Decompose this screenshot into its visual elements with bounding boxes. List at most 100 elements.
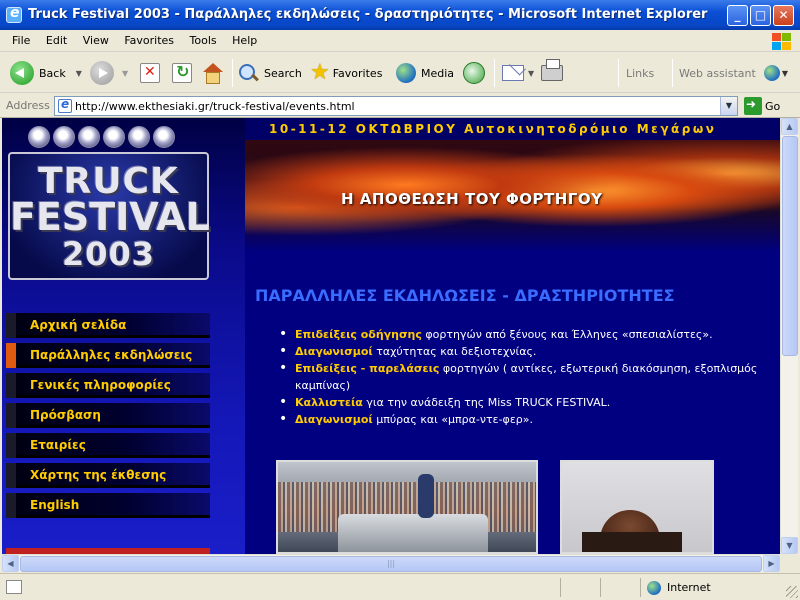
windows-logo-icon — [770, 32, 792, 50]
browser-window: Truck Festival 2003 - Παράλληλες εκδηλώσ… — [0, 0, 800, 600]
search-label: Search — [264, 66, 302, 80]
address-input[interactable] — [75, 99, 715, 113]
maximize-button[interactable]: □ — [750, 5, 771, 26]
scroll-down-icon[interactable]: ▼ — [781, 537, 798, 554]
internet-globe-icon — [647, 580, 661, 595]
media-icon — [396, 63, 416, 83]
nav-marker — [6, 373, 16, 398]
scroll-right-icon[interactable]: ▶ — [763, 555, 780, 572]
refresh-button[interactable] — [172, 59, 192, 87]
nav-marker — [6, 313, 16, 338]
menu-view[interactable]: View — [77, 30, 115, 52]
security-zone[interactable]: Internet — [640, 578, 780, 597]
zone-label: Internet — [667, 581, 711, 594]
back-label: Back — [39, 66, 66, 80]
list-item-bold: Καλλιστεία — [295, 396, 363, 409]
nav-item-label: Χάρτης της έκθεσης — [30, 468, 167, 482]
arm-wrestling-photo — [560, 460, 714, 554]
horizontal-scrollbar[interactable]: ◀ ||| ▶ — [2, 554, 780, 572]
logo-line-year: 2003 — [61, 235, 156, 273]
printer-icon — [541, 59, 563, 81]
nav-item-parallel-events[interactable]: Παράλληλες εκδηλώσεις — [6, 343, 210, 368]
status-divider — [600, 578, 601, 597]
light-bulb-icon — [53, 126, 75, 148]
light-bulb-icon — [103, 126, 125, 148]
web-assistant-button[interactable]: Web assistant ▼ — [679, 59, 788, 87]
nav-item-english[interactable]: English — [6, 493, 210, 518]
menu-tools[interactable]: Tools — [184, 30, 223, 52]
nav-item-companies[interactable]: Εταιρίες — [6, 433, 210, 458]
vertical-scrollbar[interactable]: ▲ ▼ — [780, 118, 798, 554]
close-button[interactable]: ✕ — [773, 5, 794, 26]
favorites-button[interactable]: ★ Favorites — [310, 59, 382, 87]
menu-help[interactable]: Help — [226, 30, 263, 52]
horizontal-scroll-thumb[interactable]: ||| — [20, 556, 762, 572]
address-dropdown-icon[interactable]: ▼ — [720, 97, 737, 115]
light-bulb-icon — [128, 126, 150, 148]
go-arrow-icon — [744, 97, 762, 115]
mail-button[interactable]: ▼ — [502, 59, 534, 87]
favorites-star-icon: ★ — [310, 60, 330, 85]
address-bar: Address ▼ Go — [0, 94, 800, 118]
toolbar-separator — [618, 59, 619, 87]
list-item-text: για την ανάδειξη της Miss TRUCK FESTIVAL… — [362, 396, 611, 409]
menu-edit[interactable]: Edit — [40, 30, 73, 52]
menu-file[interactable]: File — [6, 30, 36, 52]
print-button[interactable] — [541, 59, 563, 87]
toolbar-separator — [672, 59, 673, 87]
main-content: 10-11-12 ΟΚΤΩΒΡΙΟΥ Αυτοκινητοδρόμιο Μεγά… — [245, 118, 780, 554]
nav-item-label: English — [30, 498, 80, 512]
list-item: Καλλιστεία για την ανάδειξη της Miss TRU… — [279, 394, 769, 411]
nav-item-access[interactable]: Πρόσβαση — [6, 403, 210, 428]
menu-favorites[interactable]: Favorites — [118, 30, 180, 52]
home-icon — [202, 63, 223, 84]
nav-item-home[interactable]: Αρχική σελίδα — [6, 313, 210, 338]
home-button[interactable] — [202, 59, 223, 87]
address-field[interactable]: ▼ — [54, 96, 738, 116]
back-dropdown-icon[interactable]: ▼ — [76, 69, 82, 78]
page-icon — [58, 97, 72, 113]
stop-button[interactable] — [140, 59, 160, 87]
forward-button[interactable]: ▼ — [90, 59, 128, 87]
site-nav: Αρχική σελίδα Παράλληλες εκδηλώσεις Γενι… — [6, 313, 210, 523]
scroll-up-icon[interactable]: ▲ — [781, 118, 798, 135]
light-bulb-icon — [28, 126, 50, 148]
nav-marker-active — [6, 343, 16, 368]
activities-list: Επιδείξεις οδήγησης φορτηγών από ξένους … — [279, 326, 769, 428]
back-button[interactable]: Back ▼ — [10, 59, 82, 87]
web-assistant-globe-icon — [763, 65, 780, 81]
resize-grip-icon[interactable] — [786, 586, 798, 598]
nav-item-label: Εταιρίες — [30, 438, 86, 452]
list-item-bold: Διαγωνισμοί — [295, 345, 373, 358]
refresh-icon — [172, 62, 192, 83]
history-button[interactable] — [463, 59, 485, 87]
nav-item-label: Παράλληλες εκδηλώσεις — [30, 348, 193, 362]
nav-marker — [6, 493, 16, 518]
toolbar-separator — [232, 59, 233, 87]
minimize-button[interactable]: _ — [727, 5, 748, 26]
links-toolbar[interactable]: Links — [626, 59, 654, 87]
media-label: Media — [421, 66, 455, 80]
stop-icon — [140, 63, 160, 83]
media-button[interactable]: Media — [396, 59, 454, 87]
scroll-left-icon[interactable]: ◀ — [2, 555, 19, 572]
nav-item-label: Αρχική σελίδα — [30, 318, 127, 332]
window-title: Truck Festival 2003 - Παράλληλες εκδηλώσ… — [28, 7, 708, 22]
nav-item-label: Γενικές πληροφορίες — [30, 378, 171, 392]
search-icon — [238, 63, 258, 83]
nav-item-map[interactable]: Χάρτης της έκθεσης — [6, 463, 210, 488]
event-dates: 10-11-12 ΟΚΤΩΒΡΙΟΥ Αυτοκινητοδρόμιο Μεγά… — [269, 122, 717, 136]
forward-arrow-icon — [90, 61, 114, 85]
menu-bar: File Edit View Favorites Tools Help — [0, 30, 800, 52]
ie-app-icon[interactable] — [6, 5, 22, 23]
mail-dropdown-icon[interactable]: ▼ — [528, 69, 534, 78]
list-item-text: μπύρας και «μπρα-ντε-φερ». — [372, 413, 533, 426]
vertical-scroll-thumb[interactable] — [782, 136, 798, 356]
web-assistant-dropdown-icon[interactable]: ▼ — [782, 69, 788, 78]
forward-dropdown-icon[interactable]: ▼ — [122, 69, 128, 78]
nav-item-general-info[interactable]: Γενικές πληροφορίες — [6, 373, 210, 398]
favorites-label: Favorites — [332, 66, 383, 80]
go-button[interactable]: Go — [744, 97, 780, 115]
truck-festival-logo[interactable]: TRUCK FESTIVAL 2003 — [8, 152, 210, 280]
search-button[interactable]: Search — [238, 59, 302, 87]
